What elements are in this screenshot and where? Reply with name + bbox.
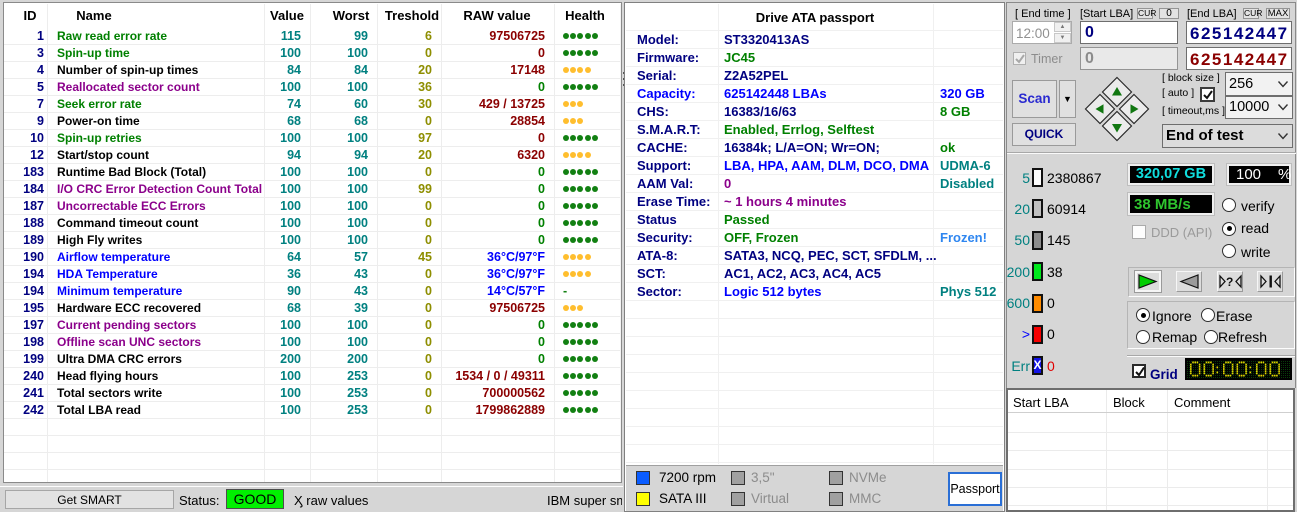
svg-text:?: ? (1226, 275, 1233, 289)
